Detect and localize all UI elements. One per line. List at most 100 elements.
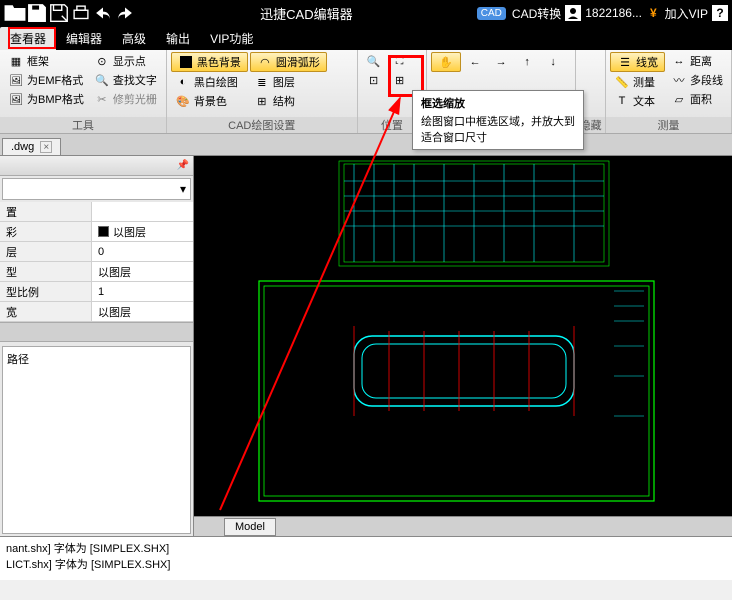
main-area: 📌 ▾ 置 彩以图层 层0 型以图层 型比例1 宽以图层 路径 <box>0 156 732 536</box>
bw-icon: ◐ <box>175 74 191 90</box>
wireframe-icon: ▦ <box>8 53 24 69</box>
prop-scale-value[interactable]: 1 <box>92 282 193 301</box>
prop-color-label: 彩 <box>0 222 92 241</box>
user-icon[interactable] <box>565 5 581 21</box>
nav-right-button[interactable]: → <box>489 52 513 72</box>
prop-color-value[interactable]: 以图层 <box>92 222 193 241</box>
undo-icon[interactable] <box>92 2 114 24</box>
status-bar: nant.shx] 字体为 [SIMPLEX.SHX] LICT.shx] 字体… <box>0 536 732 580</box>
bgcolor-button[interactable]: 🎨背景色 <box>171 92 248 110</box>
text-button[interactable]: T文本 <box>610 92 665 110</box>
structure-button[interactable]: ⊞结构 <box>250 92 327 110</box>
pan-button[interactable]: ✋ <box>431 52 461 72</box>
arrow-left-icon: ← <box>467 54 483 70</box>
wireframe-button[interactable]: ▦ 框架 <box>4 52 88 70</box>
emf-icon: 🖼 <box>8 72 24 88</box>
zoom-window-button[interactable]: 🔍 <box>362 52 386 70</box>
close-icon[interactable]: × <box>40 141 52 153</box>
model-tab-row: Model <box>194 516 732 536</box>
lineweight-button[interactable]: ☰线宽 <box>610 52 665 72</box>
pin-icon[interactable]: 📌 <box>177 160 189 171</box>
tab-vip[interactable]: VIP功能 <box>200 27 263 50</box>
show-points-button[interactable]: ⊙显示点 <box>90 52 161 70</box>
structure-icon: ⊞ <box>254 93 270 109</box>
zoom-extents-button[interactable]: ⛶ <box>388 52 412 70</box>
help-icon[interactable]: ? <box>712 5 728 21</box>
cad-convert-button[interactable]: CAD转换 <box>512 5 561 22</box>
nav-down-button[interactable]: ↓ <box>541 52 565 72</box>
print-icon[interactable] <box>70 2 92 24</box>
status-line-1: nant.shx] 字体为 [SIMPLEX.SHX] <box>6 541 726 557</box>
user-id-label[interactable]: 1822186... <box>585 6 642 20</box>
saveas-bmp-button[interactable]: 🖼为BMP格式 <box>4 90 88 108</box>
measure-button[interactable]: 📏测量 <box>610 73 665 91</box>
ribbon-group-cadsettings-label: CAD绘图设置 <box>167 117 357 133</box>
tooltip-line1: 绘图窗口中框选区域，并放大到 <box>421 113 575 129</box>
prop-scale-label: 型比例 <box>0 282 92 301</box>
lineweight-icon: ☰ <box>617 54 633 70</box>
document-tab-label: .dwg <box>11 141 34 153</box>
ruler-icon: 📏 <box>614 74 630 90</box>
tab-output[interactable]: 输出 <box>156 27 200 50</box>
tooltip-zoom-window: 框选缩放 绘图窗口中框选区域，并放大到 适合窗口尺寸 <box>412 90 584 150</box>
save-as-icon[interactable] <box>48 2 70 24</box>
layers-button[interactable]: ≣图层 <box>250 73 327 91</box>
tab-advanced[interactable]: 高级 <box>112 27 156 50</box>
panel-header: 📌 <box>0 156 193 176</box>
layers-icon: ≣ <box>254 74 270 90</box>
area-button[interactable]: ▱面积 <box>667 90 727 108</box>
ribbon-group-measure-label: 测量 <box>606 117 731 133</box>
folder-open-icon[interactable] <box>4 2 26 24</box>
arc-icon: ◠ <box>257 54 273 70</box>
area-icon: ▱ <box>671 91 687 107</box>
zoom-icon-3: ⊡ <box>366 72 382 88</box>
zoom-icon-4: ⊞ <box>392 72 408 88</box>
prop-header-label: 置 <box>0 202 92 221</box>
bmp-icon: 🖼 <box>8 91 24 107</box>
tab-editor[interactable]: 编辑器 <box>56 27 112 50</box>
arrow-right-icon: → <box>493 54 509 70</box>
prop-layer-value[interactable]: 0 <box>92 242 193 261</box>
polyline-button[interactable]: 〰多段线 <box>667 71 727 89</box>
color-swatch <box>98 226 109 237</box>
saveas-emf-button[interactable]: 🖼为EMF格式 <box>4 71 88 89</box>
prop-type-value[interactable]: 以图层 <box>92 262 193 281</box>
yen-icon: ¥ <box>650 6 657 20</box>
dropdown[interactable]: ▾ <box>2 178 191 200</box>
trim-raster-button[interactable]: ✂修剪光栅 <box>90 90 161 108</box>
tooltip-title: 框选缩放 <box>421 95 575 111</box>
prop-width-value[interactable]: 以图层 <box>92 302 193 321</box>
palette-icon: 🎨 <box>175 93 191 109</box>
hand-icon: ✋ <box>438 54 454 70</box>
chevron-down-icon: ▾ <box>180 182 186 196</box>
vip-button[interactable]: 加入VIP <box>665 5 708 22</box>
nav-up-button[interactable]: ↑ <box>515 52 539 72</box>
nav-left-button[interactable]: ← <box>463 52 487 72</box>
document-tab-bar: .dwg × <box>0 134 732 156</box>
zoom-button-3[interactable]: ⊡ <box>362 71 386 89</box>
smooth-arc-button[interactable]: ◠圆滑弧形 <box>250 52 327 72</box>
distance-icon: ↔ <box>671 53 687 69</box>
ribbon-group-tools-label: 工具 <box>0 117 166 133</box>
properties-panel: 📌 ▾ 置 彩以图层 层0 型以图层 型比例1 宽以图层 路径 <box>0 156 194 536</box>
prop-width-label: 宽 <box>0 302 92 321</box>
find-text-button[interactable]: 🔍查找文字 <box>90 71 161 89</box>
distance-button[interactable]: ↔距离 <box>667 52 727 70</box>
save-icon[interactable] <box>26 2 48 24</box>
text-icon: T <box>614 93 630 109</box>
points-icon: ⊙ <box>94 53 110 69</box>
app-title: 迅捷CAD编辑器 <box>136 4 477 23</box>
tooltip-line2: 适合窗口尺寸 <box>421 129 575 145</box>
drawing-canvas[interactable]: Model <box>194 156 732 536</box>
redo-icon[interactable] <box>114 2 136 24</box>
bw-drawing-button[interactable]: ◐黑白绘图 <box>171 73 248 91</box>
zoom-button-4[interactable]: ⊞ <box>388 71 412 89</box>
status-line-2: LICT.shx] 字体为 [SIMPLEX.SHX] <box>6 557 726 573</box>
zoom-window-icon: 🔍 <box>366 53 382 69</box>
document-tab[interactable]: .dwg × <box>2 138 61 155</box>
model-tab[interactable]: Model <box>224 518 276 536</box>
black-bg-button[interactable]: 黑色背景 <box>171 52 248 72</box>
tab-viewer[interactable]: 查看器 <box>0 27 56 50</box>
title-bar: 迅捷CAD编辑器 CAD CAD转换 1822186... ¥ 加入VIP ? <box>0 0 732 26</box>
arrow-up-icon: ↑ <box>519 54 535 70</box>
